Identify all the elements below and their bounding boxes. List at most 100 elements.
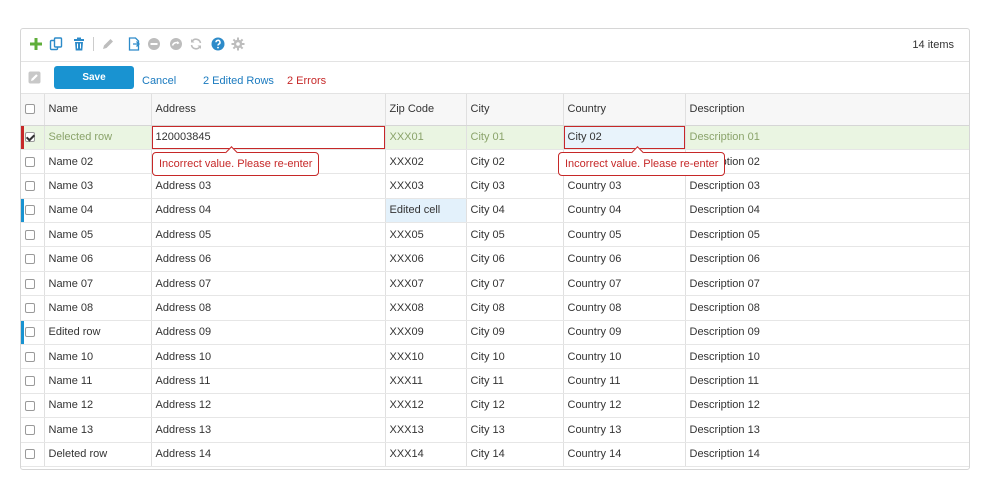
cell-name[interactable]: Name 08 [44, 295, 152, 321]
cell-city[interactable]: City 12 [466, 393, 564, 419]
cell-country[interactable]: Country 09 [563, 320, 686, 346]
table-row[interactable]: Name 13 Address 13 XXX13 City 13 Country 13 D… [21, 417, 969, 443]
table-row[interactable]: Name 10 Address 10 XXX10 City 10 Country 10 D… [21, 344, 969, 370]
forward-icon[interactable] [169, 37, 183, 51]
cell-name[interactable]: Name 02 [44, 149, 152, 175]
table-row[interactable]: Name 07 Address 07 XXX07 City 07 Country 07 D… [21, 271, 969, 297]
cell-name[interactable]: Name 12 [44, 393, 152, 419]
cell-country[interactable]: Country 04 [563, 198, 686, 224]
cell-city[interactable]: City 05 [466, 222, 564, 248]
cell-zip[interactable]: Edited cell [385, 198, 467, 224]
table-row[interactable]: Edited row Address 09 XXX09 City 09 Country … [21, 320, 969, 346]
cell-address[interactable]: Address 10 [151, 344, 386, 370]
cell-name[interactable]: Name 10 [44, 344, 152, 370]
cell-zip[interactable]: XXX05 [385, 222, 467, 248]
cell-name[interactable]: Name 11 [44, 368, 152, 394]
table-row[interactable]: Name 06 Address 06 XXX06 City 06 Country 06 D… [21, 246, 969, 272]
row-checkbox[interactable] [25, 303, 35, 314]
column-header-zip-code[interactable]: Zip Code [385, 94, 467, 126]
cell-city[interactable]: City 03 [466, 173, 564, 199]
cell-description[interactable]: Description 06 [685, 246, 969, 272]
cell-zip[interactable]: XXX01 [385, 125, 467, 150]
refresh-icon[interactable] [189, 37, 203, 51]
column-header-city[interactable]: City [466, 94, 564, 126]
row-checkbox[interactable] [25, 449, 35, 460]
cell-city[interactable]: City 10 [466, 344, 564, 370]
cell-address[interactable]: Address 07 [151, 271, 386, 297]
cell-zip[interactable]: XXX14 [385, 442, 467, 467]
row-checkbox[interactable] [25, 229, 35, 240]
cell-country[interactable]: Country 14 [563, 442, 686, 467]
cell-city[interactable]: City 06 [466, 246, 564, 272]
cell-zip[interactable]: XXX07 [385, 271, 467, 297]
cell-name[interactable]: Edited row [44, 320, 152, 346]
row-checkbox[interactable] [25, 400, 35, 411]
cell-address[interactable]: Address 12 [151, 393, 386, 419]
table-row[interactable]: Name 11 Address 11 XXX11 City 11 Country 11 D… [21, 368, 969, 394]
cell-address[interactable]: Address 09 [151, 320, 386, 346]
row-checkbox[interactable] [25, 327, 35, 338]
cell-city[interactable]: City 01 [466, 125, 564, 150]
cell-name[interactable]: Name 06 [44, 246, 152, 272]
table-row[interactable]: Name 08 Address 08 XXX08 City 08 Country 08 D… [21, 295, 969, 321]
save-button[interactable]: Save [54, 66, 134, 89]
table-row[interactable]: Name 03 Address 03 XXX03 City 03 Country 03 D… [21, 173, 969, 199]
cell-address[interactable]: 120003845 [151, 125, 386, 150]
row-checkbox[interactable] [25, 424, 35, 435]
cell-city[interactable]: City 08 [466, 295, 564, 321]
cell-country[interactable]: Country 03 [563, 173, 686, 199]
row-checkbox[interactable] [25, 181, 35, 192]
table-row[interactable]: Deleted row Address 14 XXX14 City 14 Country… [21, 442, 969, 467]
block-icon[interactable] [147, 37, 161, 51]
table-row[interactable]: Name 05 Address 05 XXX05 City 05 Country 05 D… [21, 222, 969, 248]
row-checkbox[interactable] [25, 376, 35, 387]
cell-name[interactable]: Name 03 [44, 173, 152, 199]
table-row[interactable]: Selected row 120003845 XXX01 City 01 City 02… [21, 125, 969, 150]
cell-address[interactable]: Address 05 [151, 222, 386, 248]
cell-name[interactable]: Name 13 [44, 417, 152, 443]
cell-zip[interactable]: XXX03 [385, 173, 467, 199]
cell-zip[interactable]: XXX11 [385, 368, 467, 394]
errors-link[interactable]: 2 Errors [287, 75, 326, 87]
cell-name[interactable]: Name 07 [44, 271, 152, 297]
column-header-name[interactable]: Name [44, 94, 152, 126]
cell-description[interactable]: Description 14 [685, 442, 969, 467]
copy-icon[interactable] [49, 37, 63, 51]
edit-icon[interactable] [101, 37, 115, 51]
cell-description[interactable]: Description 12 [685, 393, 969, 419]
cell-country[interactable]: City 02 [563, 125, 686, 150]
cell-address[interactable]: Address 03 [151, 173, 386, 199]
row-checkbox[interactable] [25, 278, 35, 289]
table-row[interactable]: Name 12 Address 12 XXX12 City 12 Country 12 D… [21, 393, 969, 419]
cell-address[interactable]: Address 11 [151, 368, 386, 394]
cell-name[interactable]: Name 05 [44, 222, 152, 248]
row-checkbox[interactable] [25, 205, 35, 216]
cell-zip[interactable]: XXX06 [385, 246, 467, 272]
cell-description[interactable]: Description 03 [685, 173, 969, 199]
row-checkbox[interactable] [25, 351, 35, 362]
cell-zip[interactable]: XXX02 [385, 149, 467, 175]
cell-description[interactable]: Description 09 [685, 320, 969, 346]
cell-country[interactable]: Country 08 [563, 295, 686, 321]
cell-address[interactable]: Address 04 [151, 198, 386, 224]
row-checkbox[interactable] [25, 132, 35, 143]
cell-city[interactable]: City 09 [466, 320, 564, 346]
cell-address[interactable]: Address 08 [151, 295, 386, 321]
help-icon[interactable] [211, 37, 225, 51]
cell-description[interactable]: Description 02 [685, 149, 969, 175]
export-icon[interactable] [127, 37, 141, 51]
cell-description[interactable]: Description 07 [685, 271, 969, 297]
cell-city[interactable]: City 13 [466, 417, 564, 443]
cell-address[interactable]: Address 14 [151, 442, 386, 467]
cell-zip[interactable]: XXX09 [385, 320, 467, 346]
cell-description[interactable]: Description 08 [685, 295, 969, 321]
cell-city[interactable]: City 02 [466, 149, 564, 175]
cell-zip[interactable]: XXX13 [385, 417, 467, 443]
cell-country[interactable]: Country 07 [563, 271, 686, 297]
table-row[interactable]: Name 04 Address 04 Edited cell City 04 Count… [21, 198, 969, 224]
cell-country[interactable]: Country 10 [563, 344, 686, 370]
cell-description[interactable]: Description 11 [685, 368, 969, 394]
row-checkbox[interactable] [25, 254, 35, 265]
add-icon[interactable] [29, 37, 43, 51]
delete-icon[interactable] [72, 37, 86, 51]
